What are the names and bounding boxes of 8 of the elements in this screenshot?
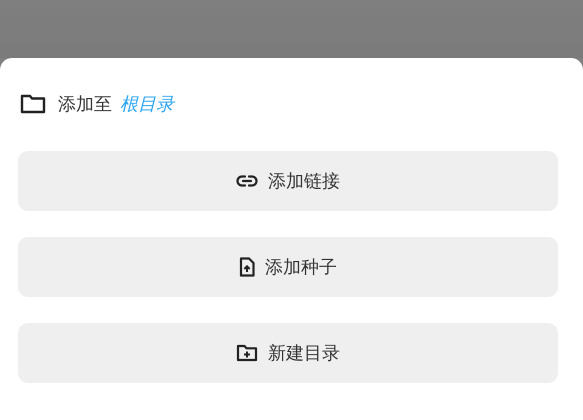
folder-plus-icon (236, 344, 258, 362)
action-button[interactable]: 添加种子 (18, 237, 558, 297)
file-upload-icon (239, 257, 255, 277)
link-icon (236, 175, 258, 187)
action-button[interactable]: 新建目录 (18, 323, 558, 383)
action-button[interactable]: 添加链接 (18, 151, 558, 211)
add-to-label: 添加至 (58, 93, 112, 116)
folder-icon (20, 94, 46, 114)
